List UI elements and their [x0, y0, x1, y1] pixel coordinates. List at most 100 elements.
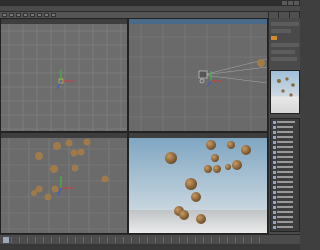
- panel-tabs: [269, 12, 300, 18]
- sphere: [77, 148, 85, 156]
- tool-button[interactable]: [51, 13, 56, 17]
- viewport-bottom-right[interactable]: [128, 132, 268, 234]
- tool-button[interactable]: [23, 13, 28, 17]
- outliner-item[interactable]: [273, 135, 299, 139]
- outliner-item[interactable]: [273, 175, 299, 179]
- sphere: [50, 165, 58, 173]
- axis-gizmo-icon: [57, 176, 73, 196]
- object-icon: [273, 185, 276, 189]
- time-slider-handle[interactable]: [3, 237, 9, 243]
- sphere-group: [31, 138, 109, 201]
- viewport-header: [129, 19, 267, 24]
- timeline[interactable]: [0, 234, 300, 244]
- object-icon: [273, 130, 276, 134]
- camera-icon: [198, 70, 208, 84]
- sphere: [257, 59, 265, 67]
- object-icon: [273, 220, 276, 224]
- outliner-item[interactable]: [273, 170, 299, 174]
- sphere: [165, 152, 177, 164]
- outliner-item[interactable]: [273, 190, 299, 194]
- outliner-item[interactable]: [273, 165, 299, 169]
- object-icon: [273, 165, 276, 169]
- panel-tab[interactable]: [269, 12, 280, 18]
- sphere: [206, 140, 216, 150]
- tool-button[interactable]: [9, 13, 14, 17]
- sphere: [241, 145, 251, 155]
- outliner-item[interactable]: [273, 185, 299, 189]
- app-window: [0, 0, 300, 250]
- tool-button[interactable]: [16, 13, 21, 17]
- property-row[interactable]: [271, 22, 299, 26]
- viewport-top-left[interactable]: [0, 18, 128, 132]
- sphere: [51, 185, 59, 193]
- tool-button[interactable]: [30, 13, 35, 17]
- sphere: [65, 139, 73, 147]
- object-icon: [273, 215, 276, 219]
- object-icon: [273, 205, 276, 209]
- object-icon: [273, 120, 276, 124]
- panel-tab[interactable]: [279, 12, 290, 18]
- outliner-item[interactable]: [273, 205, 299, 209]
- outliner-item[interactable]: [273, 200, 299, 204]
- outliner-item[interactable]: [273, 140, 299, 144]
- timeline-ticks: [3, 237, 265, 243]
- outliner-item[interactable]: [273, 155, 299, 159]
- outliner-item[interactable]: [273, 150, 299, 154]
- status-bar: [0, 244, 300, 250]
- property-row[interactable]: [271, 43, 299, 47]
- grid-canvas: [1, 24, 127, 131]
- sphere: [185, 178, 197, 190]
- accent-button[interactable]: [271, 36, 277, 40]
- viewport-bottom-left[interactable]: [0, 132, 128, 234]
- outliner-item[interactable]: [273, 220, 299, 224]
- minimize-button[interactable]: [282, 1, 287, 5]
- sphere: [213, 165, 221, 173]
- outliner-item[interactable]: [273, 145, 299, 149]
- outliner-item[interactable]: [273, 210, 299, 214]
- object-icon: [273, 160, 276, 164]
- outliner-item[interactable]: [273, 215, 299, 219]
- object-icon: [273, 150, 276, 154]
- scene-outliner: [270, 118, 300, 232]
- outliner-item[interactable]: [273, 120, 299, 124]
- property-row[interactable]: [271, 57, 297, 61]
- maximize-button[interactable]: [288, 1, 293, 5]
- sphere: [83, 138, 91, 146]
- outliner-item[interactable]: [273, 195, 299, 199]
- outliner-item[interactable]: [273, 225, 299, 229]
- object-icon: [273, 225, 276, 229]
- sphere: [225, 164, 231, 170]
- property-row[interactable]: [271, 29, 291, 33]
- sphere: [31, 190, 37, 196]
- outliner-item[interactable]: [273, 130, 299, 134]
- tool-button[interactable]: [2, 13, 7, 17]
- object-icon: [273, 135, 276, 139]
- object-icon: [273, 190, 276, 194]
- outliner-item[interactable]: [273, 160, 299, 164]
- sphere: [71, 164, 79, 172]
- object-icon: [273, 210, 276, 214]
- render-canvas: [129, 138, 267, 233]
- tool-button[interactable]: [37, 13, 42, 17]
- side-view-canvas: [1, 138, 127, 233]
- outliner-item[interactable]: [273, 125, 299, 129]
- tool-button[interactable]: [44, 13, 49, 17]
- sphere: [211, 154, 219, 162]
- viewport-header: [1, 133, 127, 138]
- close-button[interactable]: [294, 1, 299, 5]
- panel-tab[interactable]: [289, 12, 300, 18]
- sphere: [232, 160, 242, 170]
- viewport-header: [1, 19, 127, 24]
- viewport-header: [129, 133, 267, 138]
- perspective-canvas: [129, 24, 267, 131]
- render-preview: [270, 70, 300, 114]
- outliner-item[interactable]: [273, 180, 299, 184]
- sphere: [70, 149, 78, 157]
- sphere: [204, 165, 212, 173]
- property-row[interactable]: [271, 50, 295, 54]
- object-icon: [273, 155, 276, 159]
- object-icon: [273, 140, 276, 144]
- sphere: [101, 175, 109, 183]
- viewport-top-right[interactable]: [128, 18, 268, 132]
- object-icon: [273, 145, 276, 149]
